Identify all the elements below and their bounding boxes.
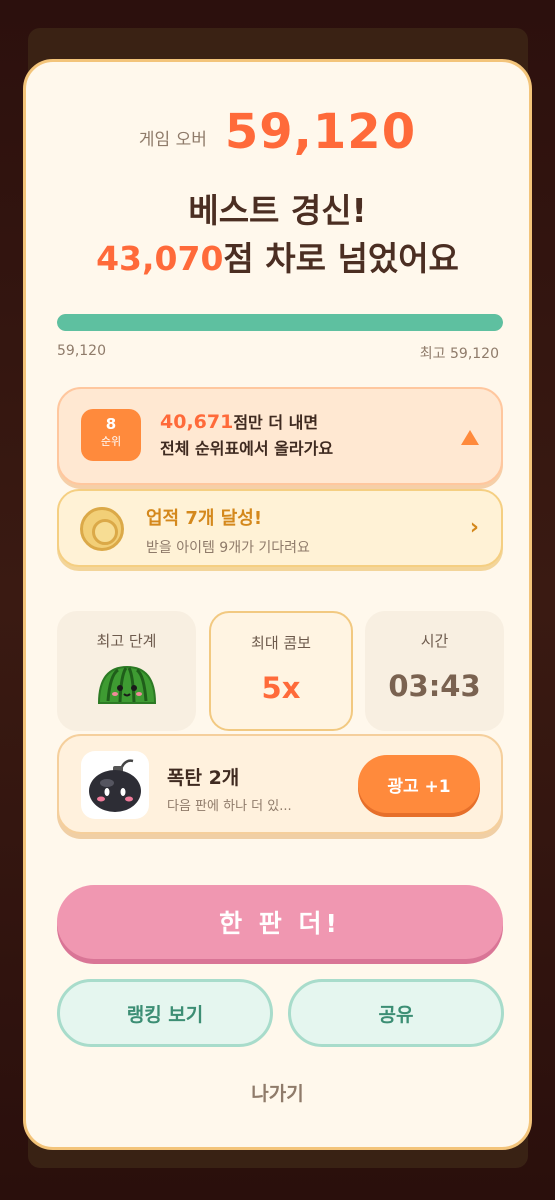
achievement-subtitle: 받을 아이템 9개가 기다려요 — [146, 540, 310, 556]
stat-max-combo: 최대 콤보 5x — [209, 611, 353, 731]
view-ranking-button[interactable]: 랭킹 보기 — [57, 979, 273, 1047]
headline-line1: 베스트 경신! — [188, 191, 367, 230]
score-difference: 43,070 — [96, 239, 224, 278]
triangle-up-icon — [461, 430, 479, 445]
rank-number: 8 — [105, 415, 117, 433]
coin-icon — [80, 507, 124, 551]
item-title: 폭탄 2개 — [167, 767, 240, 789]
achievement-title: 업적 7개 달성! — [146, 508, 263, 529]
stat-best-stage: 최고 단계 — [57, 611, 196, 731]
rank-message-line1: 40,671점만 더 내면 — [160, 409, 333, 436]
game-over-header: 게임 오버 59,120 — [26, 102, 529, 162]
stat-label: 최고 단계 — [96, 632, 157, 650]
headline-line2-rest: 점 차로 넘었어요 — [223, 239, 459, 278]
rank-message: 40,671점만 더 내면 전체 순위표에서 올라가요 — [160, 409, 333, 462]
rank-line1-rest: 점만 더 내면 — [233, 413, 319, 432]
stat-time: 시간 03:43 — [365, 611, 504, 731]
achievement-card[interactable]: 업적 7개 달성! 받을 아이템 9개가 기다려요 › — [57, 489, 503, 567]
rank-unit: 순위 — [100, 435, 122, 448]
stat-value: 03:43 — [388, 669, 481, 703]
stat-value: 5x — [261, 671, 301, 705]
headline-line2: 43,070점 차로 넘었어요 — [26, 235, 529, 283]
watch-ad-button[interactable]: 광고 +1 — [358, 755, 480, 813]
progress-right-label: 최고 59,120 — [419, 346, 499, 362]
points-needed: 40,671 — [160, 411, 234, 433]
rank-message-line2: 전체 순위표에서 올라가요 — [160, 439, 334, 458]
stat-label: 최대 콤보 — [251, 634, 311, 652]
best-record-headline: 베스트 경신! 43,070점 차로 넘었어요 — [26, 187, 529, 283]
exit-button[interactable]: 나가기 — [26, 1079, 529, 1106]
stat-label: 시간 — [420, 632, 449, 650]
rank-card[interactable]: 8 순위 40,671점만 더 내면 전체 순위표에서 올라가요 — [57, 387, 503, 485]
progress-left-label: 59,120 — [57, 343, 106, 359]
rank-badge: 8 순위 — [81, 409, 141, 461]
bomb-item-card: 폭탄 2개 다음 판에 하나 더 있... 광고 +1 — [57, 734, 503, 834]
score-progress-bar — [57, 314, 503, 331]
item-subtitle: 다음 판에 하나 더 있... — [167, 799, 292, 814]
play-again-button[interactable]: 한 판 더! — [57, 885, 503, 959]
game-over-modal: 게임 오버 59,120 베스트 경신! 43,070점 차로 넘었어요 59,… — [23, 59, 532, 1150]
watermelon-icon — [96, 663, 158, 707]
chevron-right-icon: › — [469, 515, 479, 540]
final-score: 59,120 — [224, 104, 417, 160]
score-progress-fill — [57, 314, 503, 331]
bomb-icon — [81, 751, 149, 819]
game-over-label: 게임 오버 — [138, 129, 207, 150]
share-button[interactable]: 공유 — [288, 979, 504, 1047]
